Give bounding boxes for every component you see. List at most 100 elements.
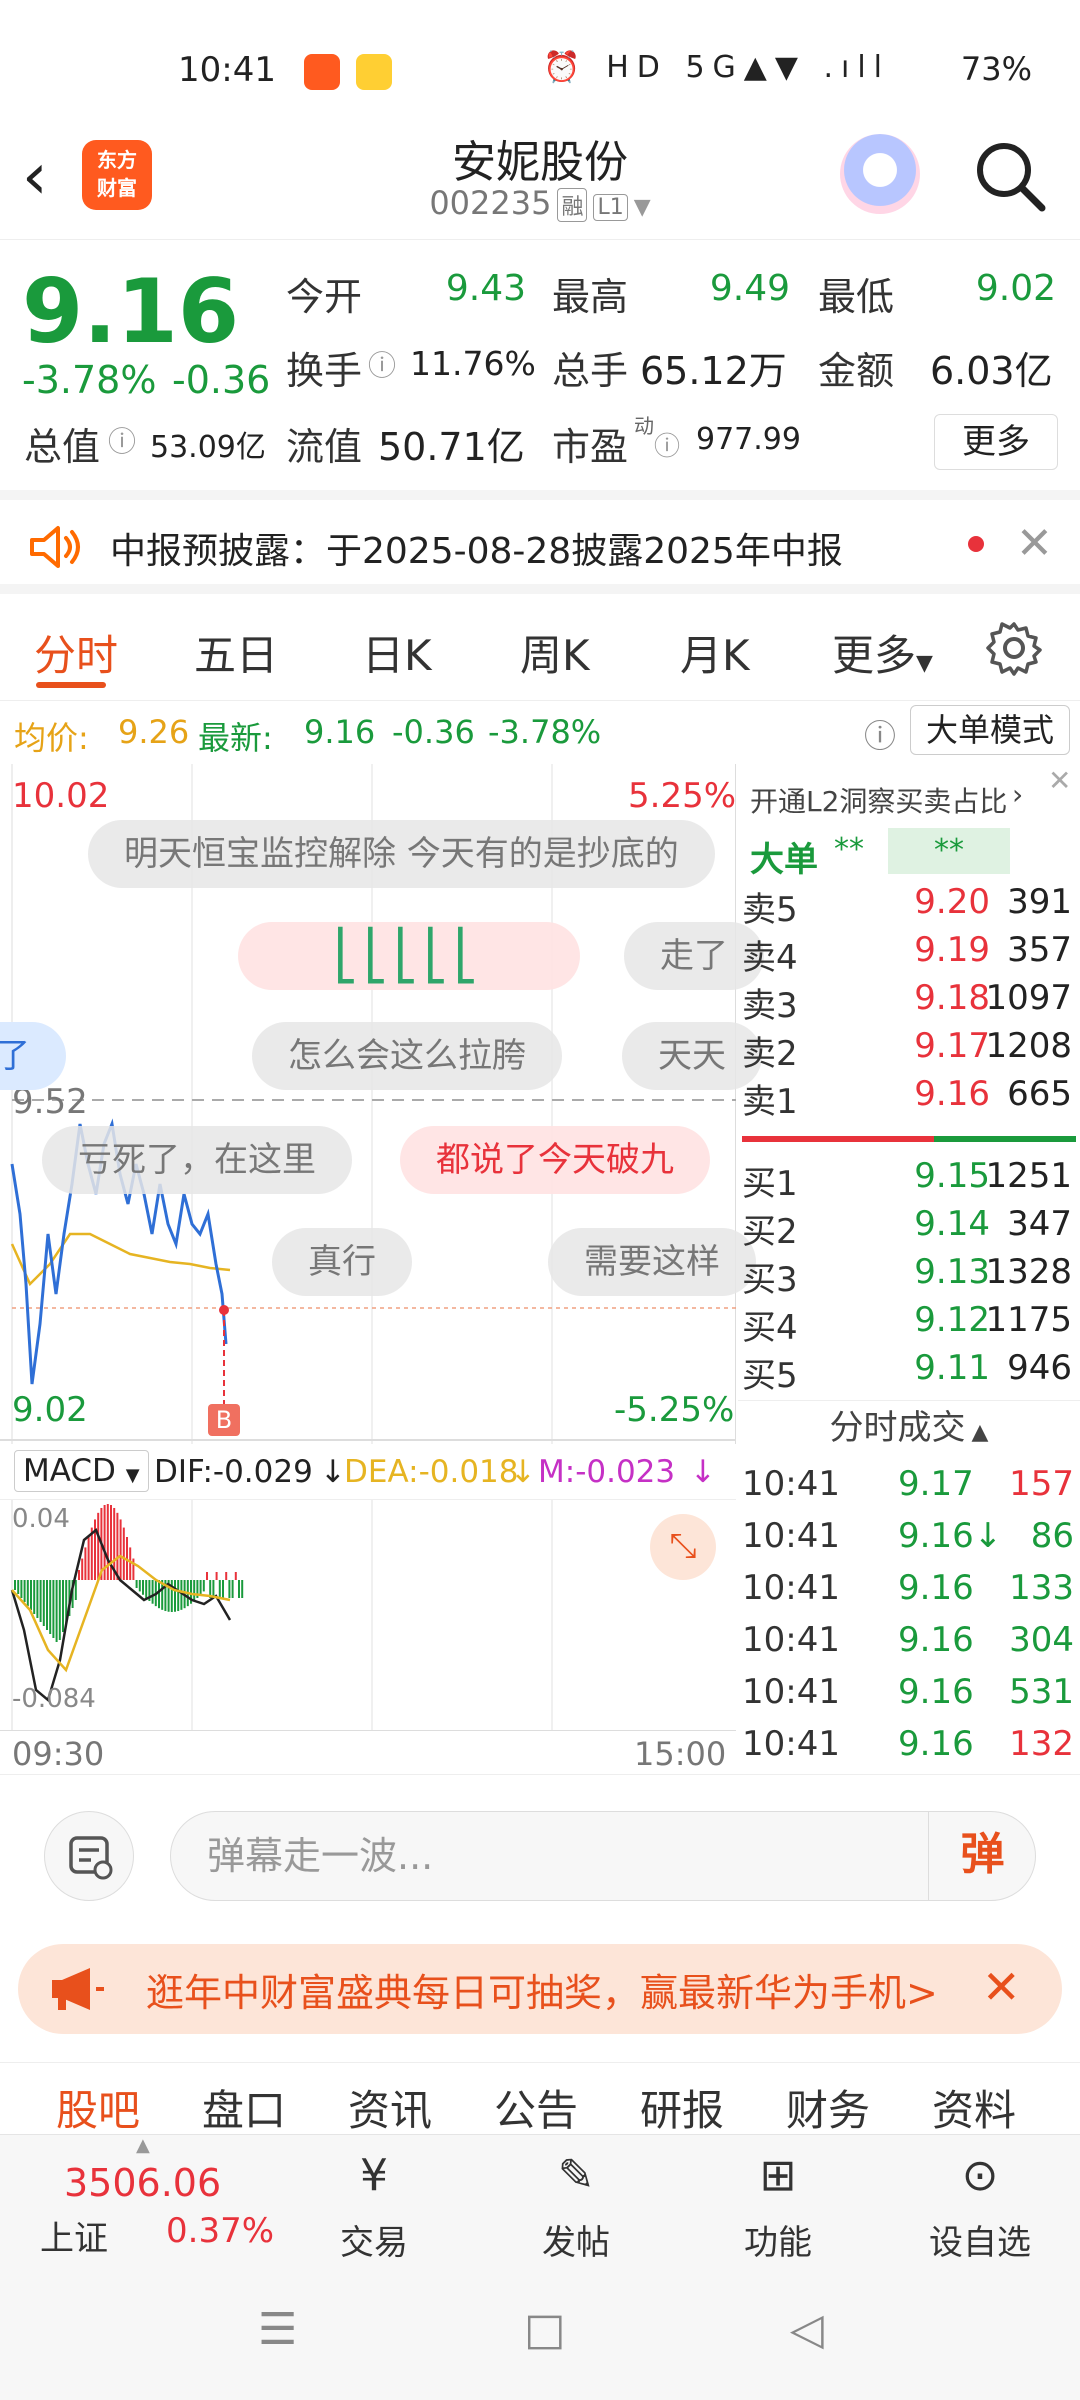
macd-bar <box>218 1580 221 1598</box>
danmu-message[interactable]: 需要这样 <box>548 1228 756 1296</box>
tab-announcements[interactable]: 公告 <box>494 2077 578 2138</box>
macd-bar <box>119 1519 122 1580</box>
trade-button[interactable]: ¥ 交易 <box>304 2147 444 2264</box>
trade-row: 10:41 9.16 132 <box>738 1724 1080 1776</box>
tab-forum[interactable]: 股吧 <box>56 2077 140 2138</box>
macd-selector[interactable]: MACD ▼ <box>14 1450 149 1492</box>
unread-dot <box>968 536 984 552</box>
level-price: 9.16 <box>914 1074 990 1114</box>
back-triangle-icon[interactable]: ◁ <box>790 2304 824 2355</box>
buy-marker[interactable]: B <box>208 1404 240 1436</box>
danmu-message[interactable]: 亏死了，在这里 <box>42 1126 352 1194</box>
high-label: 最高 <box>552 275 629 319</box>
help-icon[interactable]: ⓘ <box>864 711 896 757</box>
tab-order-book[interactable]: 盘口 <box>202 2077 286 2138</box>
trade-volume: 157 <box>1009 1464 1074 1504</box>
tab-five-day[interactable]: 五日 <box>194 622 278 683</box>
tab-research[interactable]: 研报 <box>640 2077 724 2138</box>
bid-level-row: 买1 9.15 1251 <box>738 1156 1080 1204</box>
macd-bar <box>151 1580 154 1604</box>
trades-header[interactable]: 分时成交 ▲ <box>738 1400 1080 1454</box>
system-nav-bar: ☰ □ ◁ <box>0 2268 1080 2400</box>
close-icon[interactable]: ✕ <box>1016 518 1053 569</box>
close-icon[interactable]: ✕ <box>982 1960 1021 2014</box>
big-order-mode-button[interactable]: 大单模式 <box>910 705 1070 755</box>
assistant-robot-icon[interactable] <box>840 134 920 214</box>
tab-weekly-k[interactable]: 周K <box>520 622 590 683</box>
functions-button[interactable]: ⊞ 功能 <box>708 2147 848 2264</box>
info-icon[interactable]: ⓘ <box>108 420 136 460</box>
down-arrow-icon: ↓ <box>510 1454 536 1490</box>
dropdown-icon: ▼ <box>916 651 933 676</box>
danmu-message[interactable]: 了 <box>0 1022 66 1090</box>
info-icon[interactable]: ⓘ <box>368 344 396 384</box>
menu-icon[interactable]: ☰ <box>258 2304 297 2355</box>
grid-icon: ⊞ <box>759 2150 797 2201</box>
bid-level-row: 买2 9.14 347 <box>738 1204 1080 1252</box>
danmu-settings-button[interactable] <box>44 1811 134 1901</box>
promo-banner[interactable]: 逛年中财富盛典每日可抽奖，赢最新华为手机> ✕ <box>18 1944 1062 2034</box>
notice-bar[interactable]: 中报预披露：于2025-08-28披露2025年中报 ✕ <box>0 490 1080 594</box>
search-icon[interactable] <box>972 138 1048 214</box>
intraday-chart[interactable]: 10.02 5.25% 9.52 9.02 -5.25% B 明天恒宝监控解除 … <box>0 764 764 1444</box>
danmu-emoji-message[interactable]: ⎣⎣⎣⎣⎣ <box>238 922 580 990</box>
latest-label: 最新: <box>198 719 273 757</box>
index-widget[interactable]: ▲ 3506.06 上证 0.37% <box>20 2135 290 2269</box>
info-icon[interactable]: ⓘ <box>654 426 680 463</box>
danmu-message[interactable]: 真行 <box>272 1228 412 1296</box>
trade-price: 9.16 <box>898 1620 974 1660</box>
stock-code-row[interactable]: 002235 融 L1 ▼ <box>0 184 1080 222</box>
macd-bar <box>62 1580 64 1632</box>
section-tabs: 股吧 盘口 资讯 公告 研报 财务 资料 <box>0 2062 1080 2135</box>
danmu-input[interactable]: 弹幕走一波... <box>170 1811 1036 1901</box>
tab-financials[interactable]: 财务 <box>786 2077 870 2138</box>
end-time: 15:00 <box>634 1735 727 1773</box>
l2-promo[interactable]: 开通L2洞察买卖占比 › ✕ <box>738 764 1080 828</box>
tab-news[interactable]: 资讯 <box>348 2077 432 2138</box>
big-order-label: 大单 <box>750 840 818 880</box>
trade-volume: 86 <box>1030 1516 1074 1556</box>
macd-bar <box>106 1504 109 1580</box>
margin-tag: 融 <box>557 188 588 222</box>
macd-bar <box>116 1512 119 1580</box>
home-square-icon[interactable]: □ <box>524 2304 566 2355</box>
tab-intraday[interactable]: 分时 <box>34 622 118 683</box>
mktcap-label: 总值 <box>24 425 101 469</box>
danmu-message[interactable]: 都说了今天破九 <box>400 1126 710 1194</box>
macd-bar <box>215 1572 218 1580</box>
trade-volume: 133 <box>1009 1568 1074 1608</box>
level-price: 9.15 <box>914 1156 990 1196</box>
tab-monthly-k[interactable]: 月K <box>680 622 750 683</box>
top-price: 10.02 <box>12 776 110 816</box>
macd-bar <box>228 1580 231 1598</box>
danmu-message[interactable]: 怎么会这么拉胯 <box>252 1022 562 1090</box>
tab-more[interactable]: 更多▼ <box>832 622 933 683</box>
notice-text: 中报预披露：于2025-08-28披露2025年中报 <box>110 531 843 572</box>
macd-bar <box>122 1527 125 1580</box>
turnover-value: 11.76% <box>410 344 536 383</box>
level-price: 9.12 <box>914 1300 990 1340</box>
tab-daily-k[interactable]: 日K <box>362 622 432 683</box>
macd-bar <box>14 1580 16 1590</box>
settings-gear-icon[interactable] <box>986 620 1042 676</box>
stock-header: ‹ 东方 财富 安妮股份 002235 融 L1 ▼ <box>0 120 1080 240</box>
trade-row: 10:41 9.16 531 <box>738 1672 1080 1724</box>
danmu-send-button[interactable]: 弹 <box>928 1811 1036 1901</box>
add-favorite-label: 设自选 <box>929 2223 1031 2263</box>
macd-bar <box>30 1580 32 1610</box>
tab-profile[interactable]: 资料 <box>932 2077 1016 2138</box>
macd-bar <box>84 1547 87 1580</box>
close-icon[interactable]: ✕ <box>1048 764 1071 797</box>
macd-bar <box>74 1580 77 1600</box>
more-button[interactable]: 更多 <box>934 414 1058 470</box>
add-favorite-button[interactable]: ⊙ 设自选 <box>910 2147 1050 2264</box>
latest-percent: -3.78% <box>488 713 602 751</box>
fullscreen-expand-icon[interactable]: ⤡ <box>650 1514 716 1580</box>
macd-bar <box>23 1580 26 1602</box>
macd-bar <box>231 1580 234 1598</box>
collapse-icon: ▲ <box>136 2135 150 2156</box>
post-button[interactable]: ✎ 发帖 <box>506 2147 646 2264</box>
trade-label: 交易 <box>340 2223 408 2263</box>
danmu-message[interactable]: 明天恒宝监控解除 今天有的是抄底的 <box>88 820 715 888</box>
bottom-price: 9.02 <box>12 1390 88 1430</box>
